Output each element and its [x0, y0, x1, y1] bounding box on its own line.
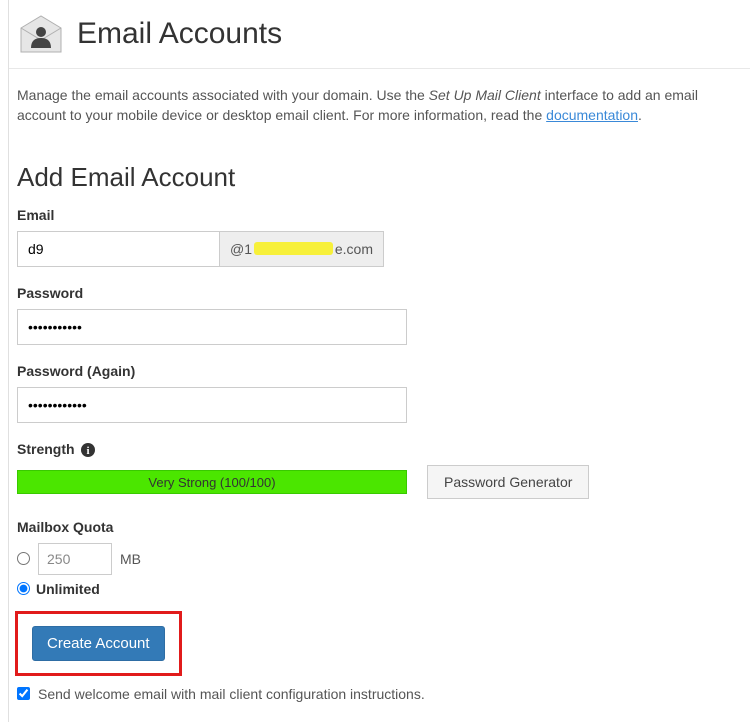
info-icon[interactable]: i: [81, 443, 95, 457]
email-input[interactable]: [17, 231, 219, 267]
send-welcome-label: Send welcome email with mail client conf…: [38, 686, 425, 702]
create-account-button[interactable]: Create Account: [32, 626, 165, 661]
quota-custom-radio[interactable]: [17, 552, 30, 565]
email-label: Email: [17, 207, 742, 223]
send-welcome-checkbox[interactable]: [17, 687, 30, 700]
documentation-link[interactable]: documentation: [546, 107, 638, 123]
password-input[interactable]: [17, 309, 407, 345]
quota-unlimited-radio[interactable]: [17, 582, 30, 595]
password-again-input[interactable]: [17, 387, 407, 423]
email-row: @1 e.com: [17, 231, 377, 267]
envelope-icon: [17, 14, 65, 54]
strength-label: Strength i: [17, 441, 742, 457]
email-domain-addon: @1 e.com: [219, 231, 384, 267]
page-description: Manage the email accounts associated wit…: [9, 85, 750, 126]
password-label: Password: [17, 285, 742, 301]
page-header: Email Accounts: [9, 0, 750, 69]
redacted-domain: [254, 242, 333, 255]
create-highlight: Create Account: [15, 611, 182, 676]
strength-meter: Very Strong (100/100): [17, 470, 407, 494]
password-again-label: Password (Again): [17, 363, 742, 379]
quota-label: Mailbox Quota: [17, 519, 742, 535]
quota-unit: MB: [120, 551, 141, 567]
svg-text:i: i: [87, 445, 90, 457]
quota-unlimited-label: Unlimited: [36, 581, 100, 597]
section-title: Add Email Account: [9, 162, 750, 193]
quota-input[interactable]: [38, 543, 112, 575]
page-title: Email Accounts: [77, 17, 282, 51]
password-generator-button[interactable]: Password Generator: [427, 465, 589, 499]
